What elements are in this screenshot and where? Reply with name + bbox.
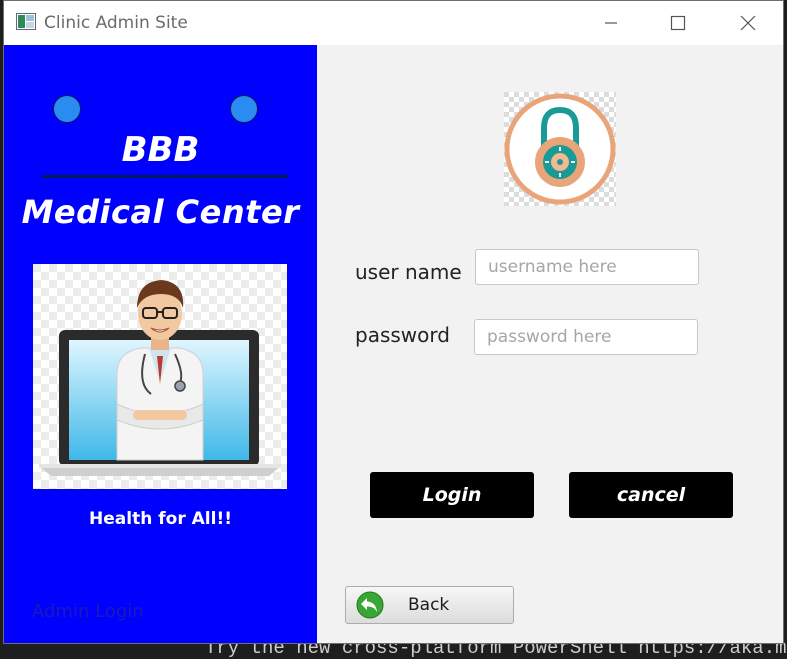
- cancel-button[interactable]: cancel: [569, 472, 733, 518]
- app-window: Clinic Admin Site BBB Medical Center Hea…: [3, 0, 784, 644]
- back-button-label: Back: [408, 595, 450, 615]
- close-icon: [740, 15, 756, 31]
- doctor-illustration: [33, 264, 287, 489]
- decorative-dot-right: [230, 95, 258, 123]
- brand-subtitle: Medical Center: [21, 193, 300, 231]
- admin-login-label: Admin Login: [32, 601, 144, 622]
- back-arrow-icon: [356, 591, 384, 619]
- password-label: password: [355, 323, 450, 347]
- brand-name: BBB: [121, 130, 200, 170]
- window-title: Clinic Admin Site: [44, 13, 188, 33]
- tagline: Health for All!!: [89, 509, 232, 529]
- maximize-icon: [670, 15, 686, 31]
- brand-divider: [42, 175, 288, 178]
- branding-panel: BBB Medical Center Health for All!! Admi…: [4, 45, 317, 643]
- app-window-icon: [16, 13, 36, 30]
- password-input[interactable]: [474, 319, 698, 355]
- username-label: user name: [355, 260, 462, 284]
- close-button[interactable]: [728, 9, 768, 37]
- login-button[interactable]: Login: [370, 472, 534, 518]
- decorative-dot-left: [53, 95, 81, 123]
- minimize-icon: [605, 22, 617, 24]
- padlock-icon: [504, 92, 616, 206]
- back-button[interactable]: Back: [345, 586, 514, 624]
- title-bar[interactable]: Clinic Admin Site: [4, 1, 783, 45]
- maximize-button[interactable]: [658, 9, 698, 37]
- minimize-button[interactable]: [591, 9, 631, 37]
- username-input[interactable]: [475, 249, 699, 285]
